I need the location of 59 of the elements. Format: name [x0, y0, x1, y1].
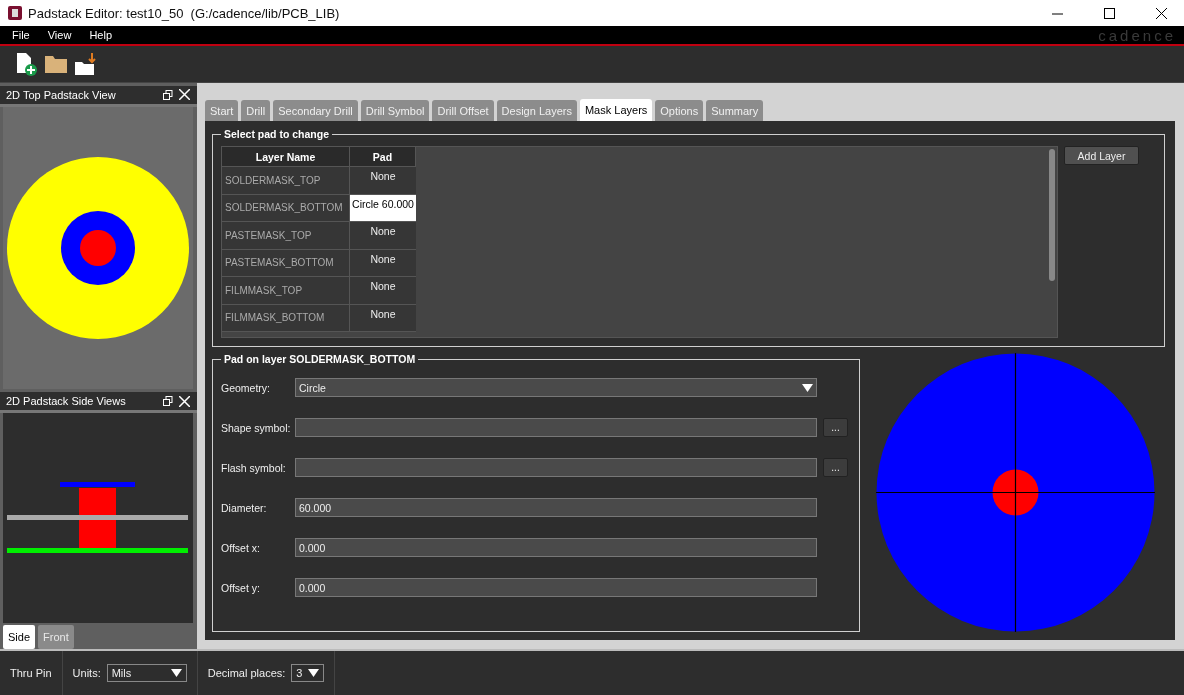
- float-button[interactable]: [160, 396, 176, 407]
- scrollbar[interactable]: [1049, 149, 1055, 281]
- table-cell[interactable]: SOLDERMASK_BOTTOM: [222, 194, 350, 222]
- logo: cadence: [1098, 26, 1176, 44]
- input-field[interactable]: 0.000: [295, 578, 817, 597]
- table-cell[interactable]: None: [350, 222, 416, 250]
- pane-title: 2D Padstack Side Views: [6, 395, 127, 408]
- caret-icon: [802, 383, 813, 392]
- add-layer-button[interactable]: Add Layer: [1064, 146, 1139, 165]
- field-label: Shape symbol:: [221, 421, 292, 434]
- group-title: Pad on layer SOLDERMASK_BOTTOM: [223, 353, 417, 365]
- close-icon: [1155, 7, 1167, 19]
- close-button[interactable]: [176, 89, 193, 101]
- column-header: Layer Name: [222, 147, 350, 167]
- folder-icon[interactable]: [44, 54, 68, 74]
- table-cell[interactable]: None: [350, 277, 416, 305]
- new-file-icon[interactable]: [14, 52, 38, 76]
- close-button[interactable]: [176, 395, 193, 407]
- table-cell[interactable]: PASTEMASK_BOTTOM: [222, 249, 350, 277]
- maximize-icon: [1103, 7, 1115, 19]
- table-cell[interactable]: Circle 60.000: [350, 194, 416, 222]
- pin-type-label: Thru Pin: [10, 667, 52, 679]
- column-header: Pad: [350, 147, 416, 167]
- app-icon: [8, 6, 22, 20]
- input-field[interactable]: 60.000: [295, 498, 817, 517]
- units-label: Units:: [72, 667, 101, 679]
- input-field[interactable]: 0.000: [295, 538, 817, 557]
- field-label: Diameter:: [221, 501, 268, 514]
- browse-button[interactable]: ...: [823, 418, 848, 437]
- window-title: Padstack Editor: test10_50 (G:/cadence/lib/PCB_LIB): [28, 5, 341, 21]
- units-dropdown[interactable]: Mils: [106, 664, 187, 682]
- field-label: Offset y:: [221, 581, 261, 594]
- menu-item[interactable]: File: [6, 29, 42, 41]
- tab[interactable]: Mask Layers: [579, 99, 653, 121]
- menu-item[interactable]: View: [41, 29, 84, 41]
- pane-title: 2D Top Padstack View: [6, 88, 117, 101]
- table-cell[interactable]: None: [350, 249, 416, 277]
- field-label: Offset x:: [221, 541, 261, 554]
- field-label: Flash symbol:: [221, 461, 287, 474]
- folder-download-icon[interactable]: [74, 52, 98, 76]
- field-label: Geometry:: [221, 381, 271, 394]
- input-field[interactable]: [295, 458, 817, 477]
- caret-icon: [308, 669, 320, 677]
- menu-item[interactable]: Help: [83, 29, 124, 41]
- table-cell[interactable]: SOLDERMASK_TOP: [222, 167, 350, 195]
- group-title: Select pad to change: [223, 128, 331, 140]
- table-cell[interactable]: None: [350, 304, 416, 332]
- browse-button[interactable]: ...: [823, 458, 848, 477]
- geometry-dropdown[interactable]: Circle: [295, 378, 817, 397]
- caret-icon: [170, 669, 182, 677]
- input-field[interactable]: [295, 418, 817, 437]
- table-cell[interactable]: FILMMASK_BOTTOM: [222, 304, 350, 332]
- decimal-places-dropdown[interactable]: 3: [291, 664, 325, 682]
- decimal-places-label: Decimal places:: [207, 667, 286, 679]
- table-cell[interactable]: PASTEMASK_TOP: [222, 222, 350, 250]
- table-cell[interactable]: None: [350, 167, 416, 195]
- table-cell[interactable]: FILMMASK_TOP: [222, 277, 350, 305]
- view-tab[interactable]: Side: [3, 625, 36, 649]
- float-button[interactable]: [160, 89, 176, 100]
